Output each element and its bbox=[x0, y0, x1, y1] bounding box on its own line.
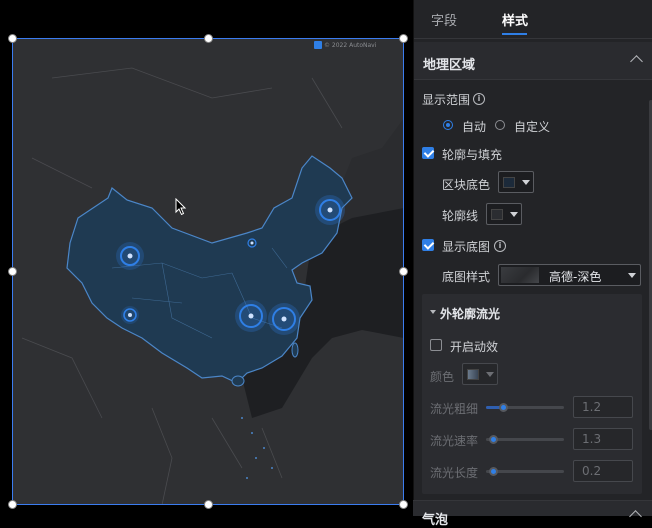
resize-handle-top-right[interactable] bbox=[400, 35, 407, 42]
block-color-picker[interactable] bbox=[498, 171, 534, 193]
radio-custom-label[interactable]: 自定义 bbox=[514, 118, 550, 135]
flow-speed-label: 流光速率 bbox=[430, 434, 479, 448]
range-label: 显示范围 bbox=[422, 93, 471, 107]
show-basemap-checkbox[interactable] bbox=[422, 239, 434, 251]
resize-handle-left[interactable] bbox=[9, 268, 16, 275]
enable-animation-label: 开启动效 bbox=[450, 340, 499, 354]
bubble-xinjiang bbox=[116, 242, 144, 270]
collapse-caret-icon[interactable] bbox=[430, 310, 436, 314]
block-color-swatch bbox=[503, 177, 515, 188]
map-svg bbox=[12, 38, 404, 505]
flow-speed-slider-thumb[interactable] bbox=[489, 435, 498, 444]
active-tab-indicator bbox=[502, 33, 527, 35]
flow-length-label: 流光长度 bbox=[430, 466, 479, 480]
tab-fields[interactable]: 字段 bbox=[431, 10, 457, 29]
caret-down-icon bbox=[628, 273, 636, 278]
bubble-hunan bbox=[235, 300, 267, 332]
info-icon[interactable]: i bbox=[473, 93, 485, 105]
caret-down-icon bbox=[522, 180, 530, 185]
flow-length-input[interactable]: 0.2 bbox=[573, 460, 633, 482]
outline-color-label: 轮廓线 bbox=[442, 209, 479, 223]
resize-handle-bottom[interactable] bbox=[205, 501, 212, 508]
panel-tabs: 字段 样式 bbox=[414, 0, 652, 39]
chevron-up-icon[interactable] bbox=[630, 55, 643, 68]
outline-fill-checkbox[interactable] bbox=[422, 147, 434, 159]
block-color-label: 区块底色 bbox=[442, 178, 491, 192]
radio-custom[interactable] bbox=[495, 120, 505, 130]
canvas-area: © 2022 AutoNavi bbox=[0, 0, 413, 516]
basemap-thumbnail bbox=[501, 267, 539, 283]
caret-down-icon bbox=[486, 372, 494, 377]
flow-section-title[interactable]: 外轮廓流光 bbox=[440, 305, 500, 322]
map-watermark: © 2022 AutoNavi bbox=[314, 41, 376, 49]
bubble-section-header[interactable]: 气泡 bbox=[413, 500, 652, 528]
show-basemap-label: 显示底图 bbox=[442, 240, 491, 254]
flow-color-picker[interactable] bbox=[462, 363, 498, 385]
bubble-heilongjiang bbox=[315, 195, 345, 225]
geo-section-header[interactable]: 地理区域 bbox=[414, 42, 652, 80]
flow-width-label: 流光粗细 bbox=[430, 402, 479, 416]
amap-logo-icon bbox=[314, 41, 322, 49]
flow-color-swatch bbox=[467, 369, 479, 380]
flow-length-slider-thumb[interactable] bbox=[489, 467, 498, 476]
basemap-style-label: 底图样式 bbox=[442, 270, 491, 284]
resize-handle-bottom-right[interactable] bbox=[400, 501, 407, 508]
radio-auto[interactable] bbox=[443, 120, 453, 130]
outline-fill-label: 轮廓与填充 bbox=[442, 148, 503, 162]
enable-animation-checkbox[interactable] bbox=[430, 339, 442, 351]
basemap-style-select[interactable]: 高德-深色 bbox=[498, 264, 641, 286]
hainan-island bbox=[231, 375, 245, 387]
map-widget[interactable] bbox=[12, 38, 404, 505]
resize-handle-bottom-left[interactable] bbox=[9, 501, 16, 508]
flow-width-slider-thumb[interactable] bbox=[499, 403, 508, 412]
outline-color-picker[interactable] bbox=[486, 203, 522, 225]
resize-handle-top[interactable] bbox=[205, 35, 212, 42]
basemap-style-value: 高德-深色 bbox=[549, 270, 602, 284]
info-icon[interactable]: i bbox=[494, 240, 506, 252]
bubble-tibet bbox=[121, 306, 139, 324]
outline-color-swatch bbox=[491, 209, 503, 220]
caret-down-icon bbox=[510, 212, 518, 217]
mouse-cursor-icon bbox=[175, 198, 187, 216]
resize-handle-right[interactable] bbox=[400, 268, 407, 275]
tab-style[interactable]: 样式 bbox=[502, 10, 528, 29]
flow-width-input[interactable]: 1.2 bbox=[573, 396, 633, 418]
flow-color-label: 颜色 bbox=[430, 370, 455, 384]
radio-auto-label[interactable]: 自动 bbox=[462, 118, 486, 135]
taiwan-island bbox=[291, 342, 299, 358]
flow-speed-input[interactable]: 1.3 bbox=[573, 428, 633, 450]
bubble-zhejiang bbox=[268, 303, 300, 335]
chevron-up-icon[interactable] bbox=[629, 510, 642, 523]
resize-handle-top-left[interactable] bbox=[9, 35, 16, 42]
